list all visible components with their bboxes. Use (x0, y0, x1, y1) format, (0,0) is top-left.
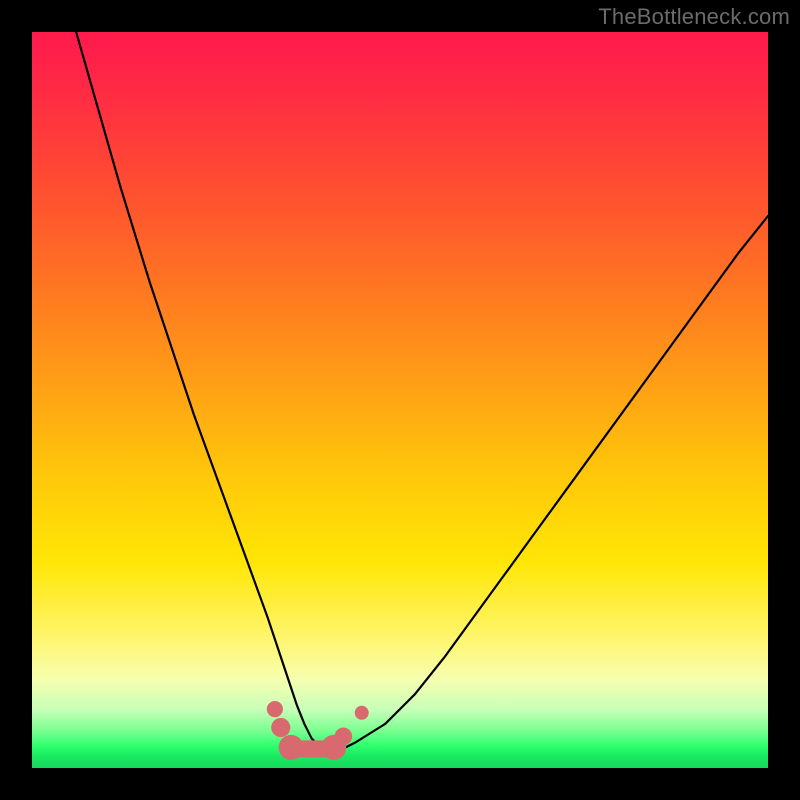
watermark-text: TheBottleneck.com (598, 4, 790, 30)
left-lobe (279, 735, 304, 760)
right-bead-2 (355, 706, 369, 720)
left-bead-2 (271, 718, 290, 737)
curve-markers (267, 701, 369, 760)
left-bead-1 (267, 701, 283, 717)
plot-area (32, 32, 768, 768)
chart-frame: TheBottleneck.com (0, 0, 800, 800)
bottleneck-curve (76, 32, 768, 750)
chart-svg-layer (32, 32, 768, 768)
right-bead-1 (334, 728, 352, 746)
